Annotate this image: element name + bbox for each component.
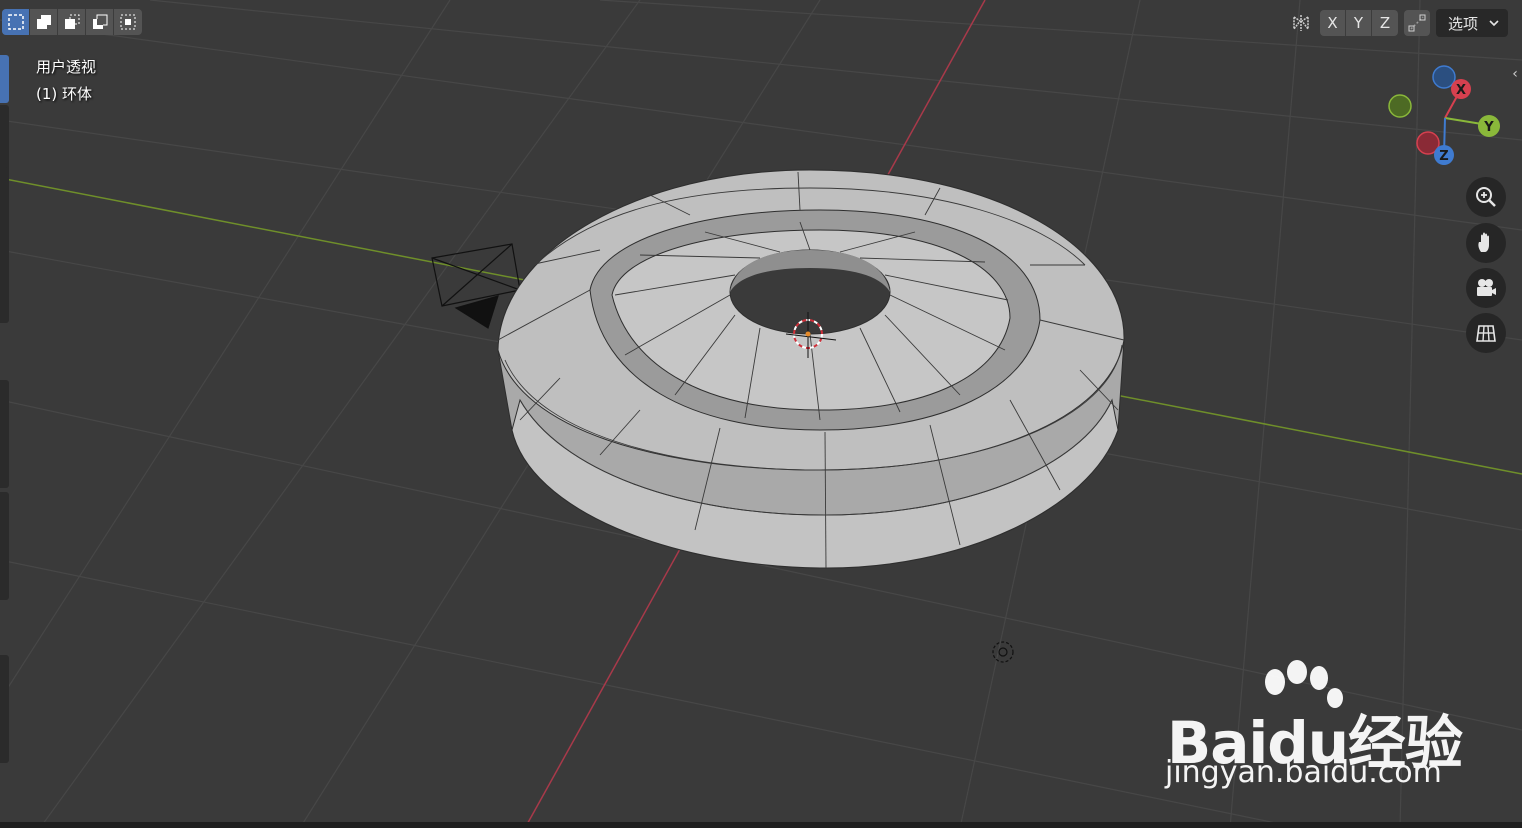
axis-x-button[interactable]: X	[1320, 10, 1346, 36]
select-mode-toolbar	[2, 9, 142, 35]
select-intersect-button[interactable]	[114, 9, 142, 35]
select-new-button[interactable]	[2, 9, 30, 35]
mirror-toggle[interactable]	[1288, 10, 1314, 36]
grid-ortho-icon	[1476, 325, 1496, 342]
axis-z-button[interactable]: Z	[1372, 10, 1398, 36]
axis-gizmo-graphic: X Y Z	[1388, 65, 1500, 165]
toolbar-tab-active[interactable]	[0, 55, 9, 103]
butterfly-mirror-icon	[1293, 15, 1309, 32]
left-toolbar-strip[interactable]	[0, 55, 9, 815]
view-name: 用户透视	[36, 58, 97, 76]
neg-y-handle	[1388, 94, 1412, 118]
3d-viewport[interactable]: 用户透视 (1) 环体 X Y Z 选项 ‹ X Y Z Baidu经验 jin…	[0, 0, 1522, 828]
viewport-info: 用户透视 (1) 环体	[36, 54, 96, 108]
light-object	[992, 641, 1014, 663]
bottom-border	[0, 822, 1522, 828]
mirror-axis-group: X Y Z	[1319, 10, 1398, 36]
options-label: 选项	[1447, 14, 1478, 33]
gizmo-z-label: Z	[1439, 149, 1448, 164]
camera-icon	[1477, 279, 1496, 296]
torus-mesh	[497, 169, 1125, 569]
camera-view-button[interactable]	[1466, 268, 1506, 308]
watermark-url: jingyan.baidu.com	[1165, 755, 1442, 790]
zoom-icon	[1476, 187, 1496, 207]
toolbar-tab[interactable]	[0, 492, 9, 600]
gizmo-y-label: Y	[1483, 120, 1494, 135]
gizmo-x-label: X	[1456, 83, 1466, 98]
viewport-header-right: X Y Z 选项	[1288, 9, 1508, 37]
toolbar-tab[interactable]	[0, 655, 9, 763]
select-intersect-icon	[120, 14, 136, 30]
pan-button[interactable]	[1466, 223, 1506, 263]
snap-toggle[interactable]	[1403, 10, 1430, 36]
options-dropdown[interactable]: 选项	[1435, 9, 1508, 37]
chevron-down-icon	[1489, 20, 1499, 27]
pan-hand-icon	[1478, 232, 1489, 252]
select-subtract-button[interactable]	[58, 9, 86, 35]
chevron-left-icon: ‹	[1512, 66, 1518, 82]
select-extend-button[interactable]	[30, 9, 58, 35]
toolbar-tab[interactable]	[0, 167, 9, 323]
select-subtract-icon	[64, 14, 79, 29]
axis-y-button[interactable]: Y	[1346, 10, 1372, 36]
navigation-gizmo[interactable]: X Y Z	[1382, 58, 1512, 182]
select-extend-icon	[36, 15, 51, 29]
active-object-name: (1) 环体	[36, 85, 93, 103]
zoom-button[interactable]	[1466, 177, 1506, 217]
neg-z-handle	[1432, 65, 1456, 89]
select-difference-icon	[92, 14, 107, 29]
ortho-toggle-button[interactable]	[1466, 313, 1506, 353]
select-difference-button[interactable]	[86, 9, 114, 35]
select-new-icon	[7, 14, 24, 30]
snap-icon	[1408, 14, 1426, 32]
toolbar-tab[interactable]	[0, 380, 9, 488]
